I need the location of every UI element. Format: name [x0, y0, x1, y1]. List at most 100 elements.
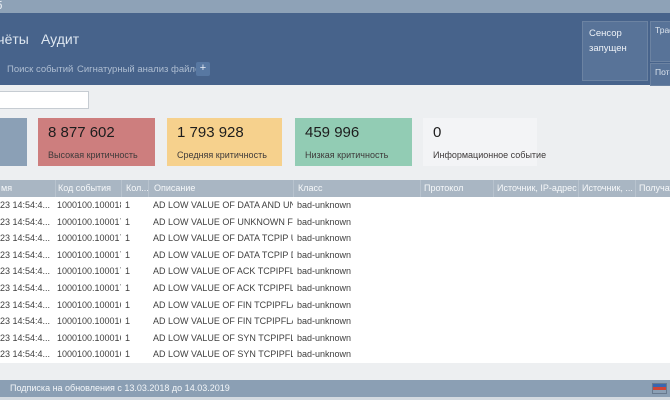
cell-time: -23 14:54:4... [0, 197, 55, 214]
sensor-status-panel[interactable]: Сенсор запущен [582, 21, 648, 81]
column-header-class[interactable]: Класс [293, 180, 420, 197]
severity-card-partial[interactable] [0, 118, 27, 166]
cell-recipient [635, 346, 670, 363]
table-row[interactable]: -23 14:54:4... 1000100.1000166 1 AD LOW … [0, 313, 670, 330]
high-severity-count: 8 877 602 [48, 124, 115, 141]
column-header-source-ip[interactable]: Источник, IP-адрес [493, 180, 578, 197]
cell-event-code: 1000100.1000168 [55, 297, 121, 314]
cell-protocol [420, 297, 493, 314]
cell-event-code: 1000100.1000164 [55, 330, 121, 347]
cell-event-code: 1000100.1000178 [55, 214, 121, 231]
cell-protocol [420, 280, 493, 297]
cell-time: -23 14:54:4... [0, 330, 55, 347]
cell-description: AD LOW VALUE OF ACK TCPIPFLAG... [148, 263, 293, 280]
cell-description: AD LOW VALUE OF DATA TCPIP DO... [148, 247, 293, 264]
cell-event-code: 1000100.1000180 [55, 197, 121, 214]
tab-event-search[interactable]: Поиск событий [7, 64, 73, 75]
cell-source [578, 297, 635, 314]
app-window: б Отчёты Аудит Поиск событий Сигнатурный… [0, 0, 670, 400]
severity-card-medium[interactable]: 1 793 928 Средняя критичность [167, 118, 282, 166]
cell-source-ip [493, 346, 578, 363]
add-tab-button[interactable]: + [196, 62, 210, 76]
cell-protocol [420, 313, 493, 330]
table-row[interactable]: -23 14:54:4... 1000100.1000164 1 AD LOW … [0, 330, 670, 347]
cell-count: 1 [121, 330, 148, 347]
table-row[interactable]: -23 14:54:4... 1000100.1000178 1 AD LOW … [0, 214, 670, 231]
cell-recipient [635, 214, 670, 231]
subscription-status: Подписка на обновления с 13.03.2018 до 1… [10, 380, 230, 397]
table-row[interactable]: -23 14:54:4... 1000100.1000168 1 AD LOW … [0, 297, 670, 314]
cell-source-ip [493, 263, 578, 280]
column-header-source[interactable]: Источник, ... [578, 180, 635, 197]
table-row[interactable]: -23 14:54:4... 1000100.1000176 1 AD LOW … [0, 230, 670, 247]
losses-panel[interactable]: Потери [650, 63, 670, 86]
high-severity-label: Высокая критичность [48, 150, 138, 160]
cell-description: AD LOW VALUE OF ACK TCPIPFLAG... [148, 280, 293, 297]
table-row[interactable]: -23 14:54:4... 1000100.1000170 1 AD LOW … [0, 280, 670, 297]
cell-count: 1 [121, 263, 148, 280]
cell-event-code: 1000100.1000162 [55, 346, 121, 363]
cell-time: -23 14:54:4... [0, 297, 55, 314]
cell-count: 1 [121, 346, 148, 363]
traffic-panel[interactable]: Трафик [650, 21, 670, 62]
column-header-count[interactable]: Кол... [121, 180, 148, 197]
cell-class: bad-unknown [293, 297, 420, 314]
severity-card-info[interactable]: 0 Информационное событие [423, 118, 537, 166]
cell-time: -23 14:54:4... [0, 230, 55, 247]
cell-event-code: 1000100.1000174 [55, 247, 121, 264]
cell-source [578, 230, 635, 247]
cell-description: AD LOW VALUE OF FIN TCPIPFLAGS... [148, 313, 293, 330]
menu-item-audit[interactable]: Аудит [41, 31, 79, 47]
cell-class: bad-unknown [293, 263, 420, 280]
cell-recipient [635, 330, 670, 347]
cell-source-ip [493, 280, 578, 297]
cell-recipient [635, 297, 670, 314]
table-body: -23 14:54:4... 1000100.1000180 1 AD LOW … [0, 197, 670, 363]
table-row[interactable]: -23 14:54:4... 1000100.1000162 1 AD LOW … [0, 346, 670, 363]
cell-description: AD LOW VALUE OF UNKNOWN FLA... [148, 214, 293, 231]
cell-class: bad-unknown [293, 247, 420, 264]
cell-count: 1 [121, 280, 148, 297]
column-header-description[interactable]: Описание [148, 180, 293, 197]
medium-severity-label: Средняя критичность [177, 150, 267, 160]
cell-recipient [635, 280, 670, 297]
ru-flag-icon[interactable] [653, 384, 666, 393]
cell-class: bad-unknown [293, 330, 420, 347]
cell-source-ip [493, 197, 578, 214]
table-row[interactable]: -23 14:54:4... 1000100.1000180 1 AD LOW … [0, 197, 670, 214]
column-header-event-code[interactable]: Код события [55, 180, 121, 197]
severity-card-low[interactable]: 459 996 Низкая критичность [295, 118, 412, 166]
cell-protocol [420, 230, 493, 247]
cell-protocol [420, 346, 493, 363]
table-row[interactable]: -23 14:54:4... 1000100.1000174 1 AD LOW … [0, 247, 670, 264]
cell-description: AD LOW VALUE OF FIN TCPIPFLAGS... [148, 297, 293, 314]
cell-source-ip [493, 313, 578, 330]
cell-event-code: 1000100.1000176 [55, 230, 121, 247]
menu-item-reports[interactable]: Отчёты [0, 31, 29, 47]
cell-source [578, 214, 635, 231]
window-title-bar: б [0, 0, 670, 13]
cell-class: bad-unknown [293, 313, 420, 330]
cell-class: bad-unknown [293, 197, 420, 214]
app-header: Отчёты Аудит Поиск событий Сигнатурный а… [0, 13, 670, 85]
info-severity-label: Информационное событие [433, 150, 546, 160]
cell-class: bad-unknown [293, 346, 420, 363]
tab-signature-file-analysis[interactable]: Сигнатурный анализ файлов [77, 64, 205, 75]
status-bar: Подписка на обновления с 13.03.2018 до 1… [0, 380, 670, 397]
cell-source-ip [493, 247, 578, 264]
events-table: мя Код события Кол... Описание Класс Про… [0, 180, 670, 363]
cell-description: AD LOW VALUE OF DATA TCPIP UPL... [148, 230, 293, 247]
column-header-time[interactable]: мя [0, 180, 55, 197]
cell-protocol [420, 330, 493, 347]
cell-source [578, 346, 635, 363]
cell-protocol [420, 197, 493, 214]
cell-count: 1 [121, 197, 148, 214]
cell-count: 1 [121, 313, 148, 330]
column-header-protocol[interactable]: Протокол [420, 180, 493, 197]
cell-recipient [635, 230, 670, 247]
severity-card-high[interactable]: 8 877 602 Высокая критичность [38, 118, 155, 166]
filter-dropdown[interactable] [0, 91, 89, 109]
column-header-recipient[interactable]: Получат [635, 180, 670, 197]
table-row[interactable]: -23 14:54:4... 1000100.1000172 1 AD LOW … [0, 263, 670, 280]
cell-recipient [635, 313, 670, 330]
